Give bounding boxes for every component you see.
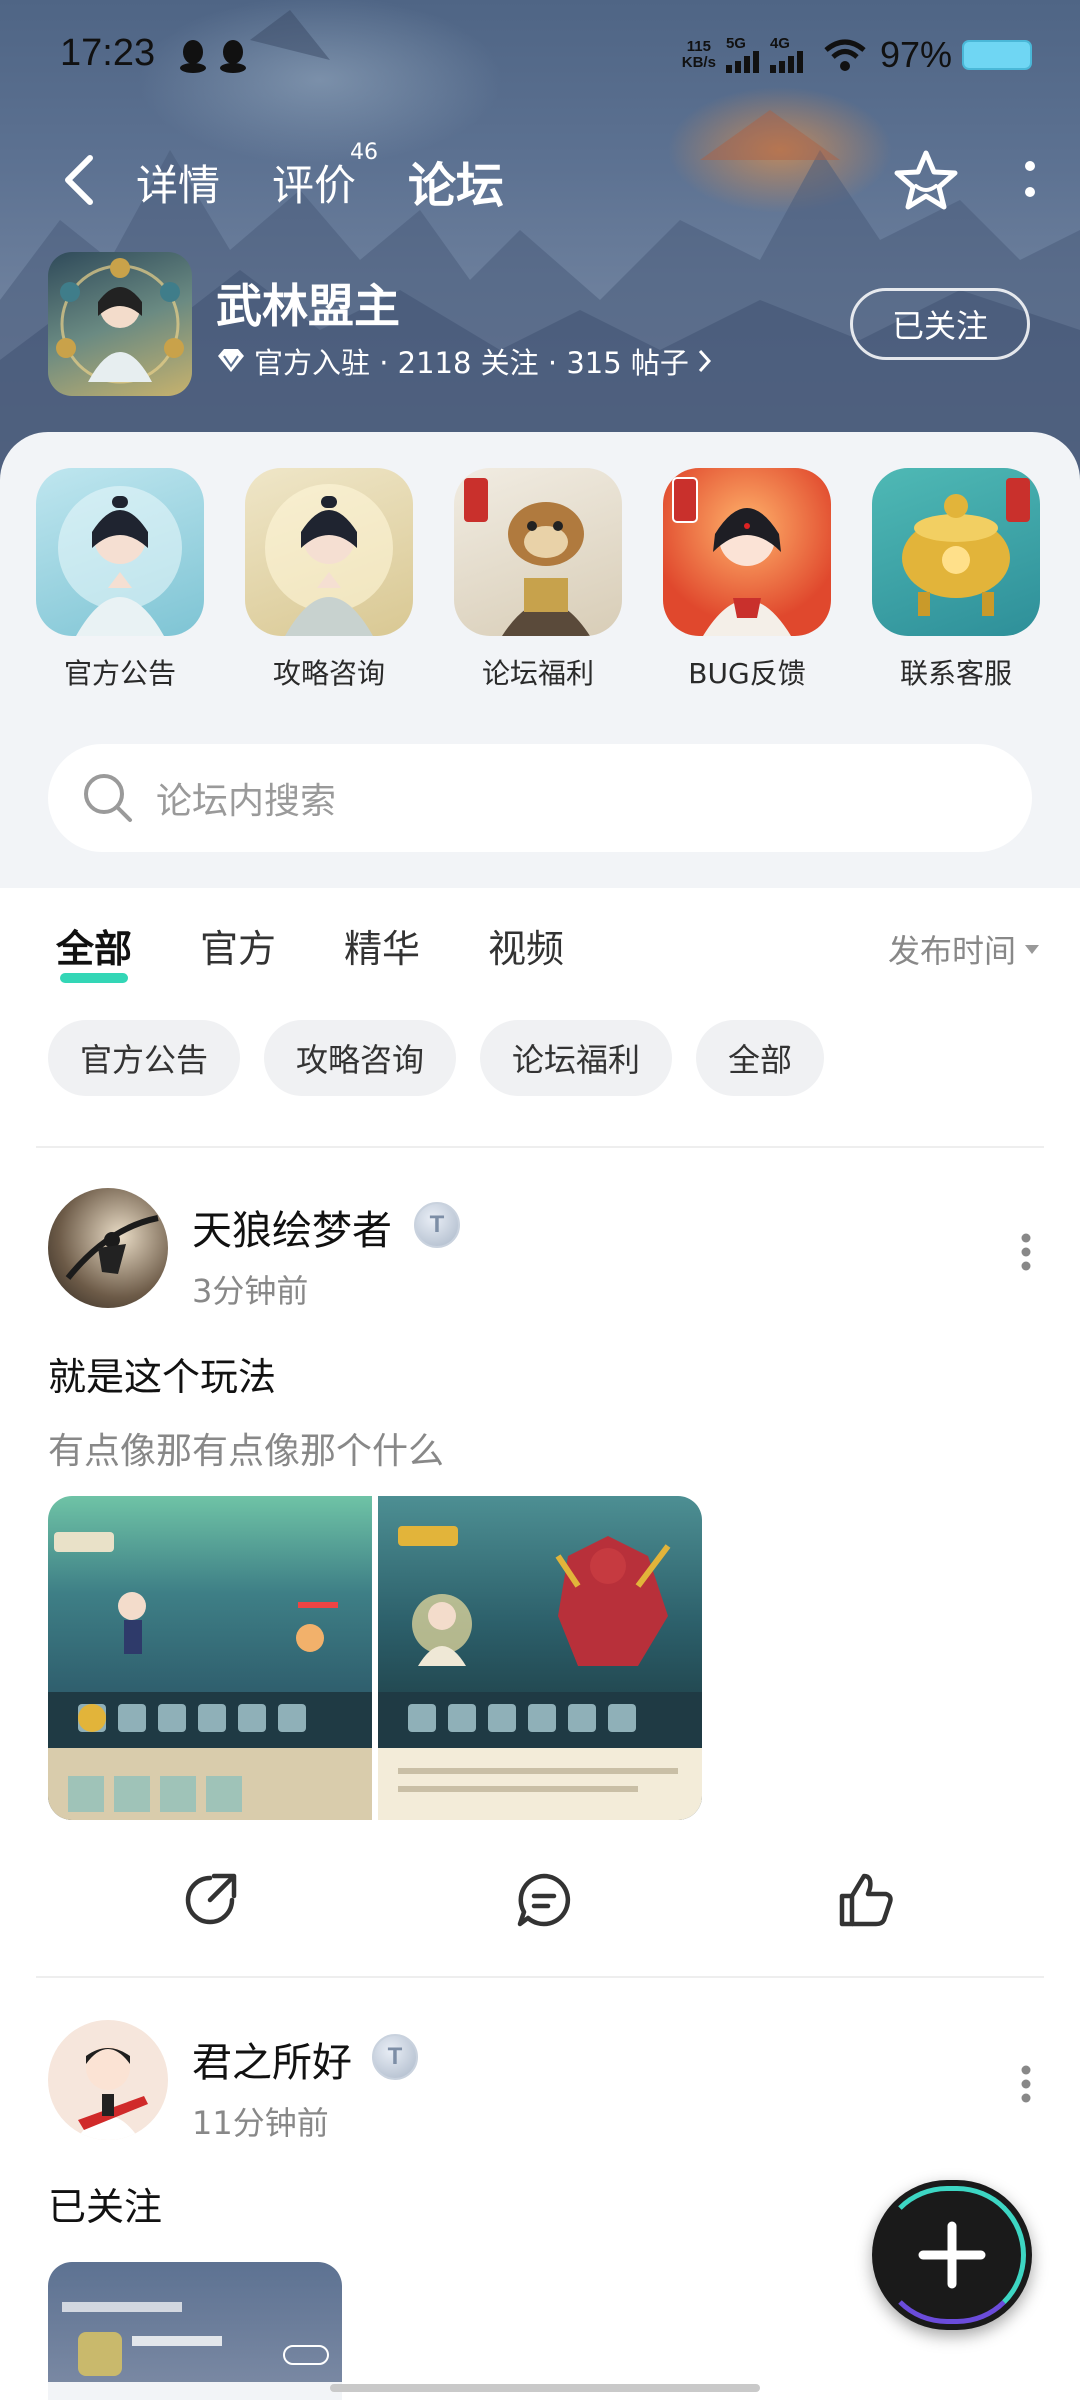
post-image[interactable] [378,1496,702,1820]
divider [36,1976,1044,1978]
post-more-icon[interactable] [1020,2064,1032,2104]
filter-tabs: 全部 官方 精华 视频 [56,918,564,983]
post-title[interactable]: 已关注 [48,2176,162,2231]
forum-stats: 官方入驻 · 2118 关注 · 315 帖子 [254,346,689,380]
post-image[interactable] [48,2262,342,2400]
chip-all[interactable]: 全部 [696,1020,825,1096]
category-bug-feedback[interactable]: BUG反馈 [663,468,831,692]
qq-notification-icon [220,40,246,73]
topic-chips: 官方公告 攻略咨询 论坛福利 全部 [48,1020,825,1096]
forum-avatar[interactable] [48,252,192,396]
forum-meta[interactable]: 官方入驻 · 2118 关注 · 315 帖子 [216,340,713,382]
author-avatar[interactable] [48,2020,168,2140]
chevron-right-icon [698,349,711,373]
category-panel: 官方公告 攻略咨询 论坛福利 BUG反馈 联系客服 论坛内搜索 [0,432,1080,888]
sort-label: 发布时间 [887,932,1016,970]
filter-tab-official[interactable]: 官方 [200,918,276,973]
signal-bars-icon [769,51,803,73]
home-indicator[interactable] [330,2384,760,2392]
chip-forum-benefits[interactable]: 论坛福利 [480,1020,673,1096]
fab-ring [878,2186,1026,2324]
chip-official-announcement[interactable]: 官方公告 [48,1020,241,1096]
sim1-signal: 5G [725,36,760,73]
status-time: 17:23 [60,32,156,74]
forum-name: 武林盟主 [216,279,400,333]
category-official-announcement[interactable]: 官方公告 [36,468,204,692]
follow-button[interactable]: 已关注 [850,288,1030,360]
post-title[interactable]: 就是这个玩法 [48,1346,276,1401]
share-icon[interactable] [180,1870,240,1930]
author-name[interactable]: 君之所好 [192,2030,352,2088]
status-bar: 17:23 115 KB/s 5G 4G 97% [60,28,1032,88]
forum-search-bar[interactable]: 论坛内搜索 [48,744,1032,852]
filter-tab-featured[interactable]: 精华 [344,918,420,973]
category-strategy-consult[interactable]: 攻略咨询 [245,468,413,692]
tab-forum[interactable]: 论坛 [408,146,505,216]
network-speed: 115 KB/s [681,38,716,71]
back-arrow-icon[interactable] [60,154,100,206]
wifi-icon [824,39,866,71]
battery-percent: 97% [879,34,952,75]
official-diamond-icon [218,349,244,372]
level-badge: T [372,2034,418,2080]
announcement-character-icon [36,468,204,636]
level-badge: T [414,1202,460,1248]
post-actions [0,1860,1080,1940]
divider [36,1146,1044,1148]
filter-tab-video[interactable]: 视频 [488,918,564,973]
more-options-icon[interactable] [1020,156,1040,204]
post-time: 11分钟前 [192,2104,329,2142]
sim2-signal: 4G [769,36,814,73]
strategy-character-icon [245,468,413,636]
tab-details[interactable]: 详情 [136,152,220,213]
signal-bars-icon [725,51,759,73]
search-placeholder: 论坛内搜索 [156,781,337,822]
post-image[interactable] [48,1496,372,1820]
create-post-button[interactable] [872,2180,1032,2330]
category-customer-service[interactable]: 联系客服 [872,468,1040,692]
post-body[interactable]: 有点像那有点像那个什么 [48,1422,444,1474]
category-forum-benefits[interactable]: 论坛福利 [454,468,622,692]
like-thumb-icon[interactable] [836,1870,896,1930]
favorite-star-icon[interactable] [892,148,960,212]
tab-reviews[interactable]: 评价 [272,152,356,213]
bug-feedback-character-icon [663,468,831,636]
battery-icon [962,40,1032,70]
chip-strategy-consult[interactable]: 攻略咨询 [264,1020,457,1096]
search-icon [84,774,132,822]
author-avatar[interactable] [48,1188,168,1308]
reviews-count-badge: 46 [350,140,378,165]
benefits-character-icon [454,468,622,636]
post-more-icon[interactable] [1020,1232,1032,1272]
author-name[interactable]: 天狼绘梦者 [192,1198,392,1256]
top-nav: 详情 评价 46 论坛 [60,140,1040,220]
sort-dropdown[interactable]: 发布时间 [888,926,1040,972]
filter-tab-all[interactable]: 全部 [56,918,132,983]
post-time: 3分钟前 [192,1272,309,1310]
caret-down-icon [1025,945,1039,954]
comment-icon[interactable] [514,1870,574,1930]
qq-notification-icon [180,40,206,73]
customer-service-cauldron-icon [872,468,1040,636]
